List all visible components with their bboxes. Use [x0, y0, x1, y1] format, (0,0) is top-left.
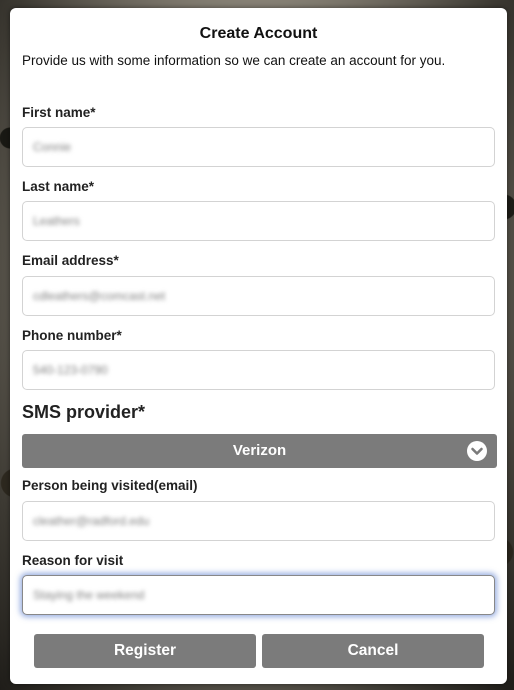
phone-value: 540-123-0790: [33, 363, 108, 377]
email-label: Email address*: [22, 253, 119, 268]
sms-provider-value: Verizon: [232, 442, 287, 459]
last-name-label: Last name*: [22, 179, 95, 194]
dialog-title: Create Account: [199, 25, 318, 42]
visited-person-value: cleather@radford.edu: [33, 514, 150, 528]
intro-text: Provide us with some information so we c…: [22, 53, 446, 68]
first-name-label: First name*: [22, 105, 96, 120]
chevron-down-icon: [467, 441, 487, 461]
reason-field[interactable]: Staying the weekend: [22, 575, 495, 615]
sms-provider-select[interactable]: Verizon: [22, 434, 497, 468]
create-account-dialog: Create Account Provide us with some info…: [10, 8, 507, 684]
reason-value: Staying the weekend: [33, 588, 145, 602]
first-name-field[interactable]: Connie: [22, 127, 495, 167]
register-button[interactable]: Register: [34, 634, 256, 668]
reason-label: Reason for visit: [22, 553, 124, 568]
phone-label: Phone number*: [22, 328, 122, 343]
email-field[interactable]: cdleathers@comcast.net: [22, 276, 495, 316]
email-value: cdleathers@comcast.net: [33, 289, 166, 303]
last-name-field[interactable]: Leathers: [22, 201, 495, 241]
first-name-value: Connie: [33, 140, 72, 154]
phone-field[interactable]: 540-123-0790: [22, 350, 495, 390]
sms-provider-label: SMS provider*: [22, 402, 146, 422]
visited-person-field[interactable]: cleather@radford.edu: [22, 501, 495, 541]
last-name-value: Leathers: [33, 214, 80, 228]
cancel-button[interactable]: Cancel: [262, 634, 484, 668]
visited-person-label: Person being visited(email): [22, 478, 198, 493]
